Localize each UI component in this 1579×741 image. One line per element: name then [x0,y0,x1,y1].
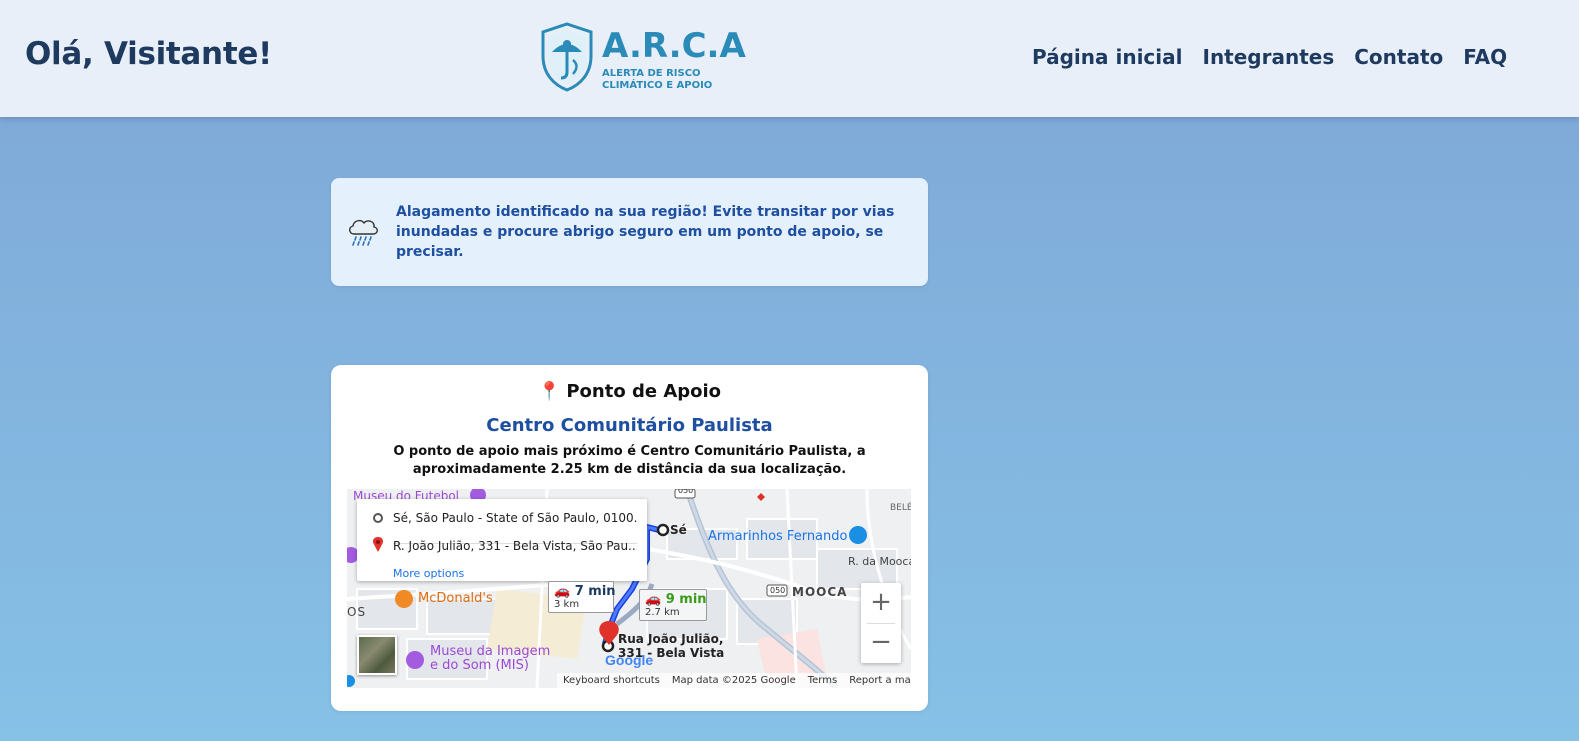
nav-faq[interactable]: FAQ [1463,45,1507,69]
greeting: Olá, Visitante! [25,36,272,72]
road-shield-050: 050 [678,489,694,495]
map-label-mcdonalds: McDonald's [418,591,493,606]
nav-home[interactable]: Página inicial [1032,45,1183,69]
directions-panel: Sé, São Paulo - State of São Paulo, 0100… [357,499,647,581]
map-label-mooca: MOOCA [792,585,848,599]
pin-icon: 📍 [537,381,561,402]
map-data-attribution: Map data ©2025 Google [671,675,796,686]
destination-address[interactable]: R. João Julião, 331 - Bela Vista, São Pa… [393,539,637,553]
route-primary-time: 🚗 7 min [554,584,616,599]
logo-subtitle: ALERTA DE RISCO CLIMÁTICO E APOIO [602,68,742,92]
origin-circle-icon [373,513,383,523]
logo-subtitle-line2: CLIMÁTICO E APOIO [602,80,713,91]
map-footer: Keyboard shortcuts Map data ©2025 Google… [557,673,911,688]
google-logo-text: Google [605,652,654,668]
header: Olá, Visitante! A.R.C.A ALERTA DE RISCO … [0,0,1579,117]
route-alt-time-text: 9 min [665,592,707,607]
map-label-se: Sé [670,523,687,537]
museu-imagem-line2: e do Som (MIS) [430,658,529,673]
support-title-text: Ponto de Apoio [566,381,722,402]
logo-subtitle-line1: ALERTA DE RISCO [602,68,701,79]
alert-message: Alagamento identificado na sua região! E… [396,204,895,260]
car-icon: 🚗 [554,584,571,599]
arca-logo[interactable]: A.R.C.A ALERTA DE RISCO CLIMÁTICO E APOI… [540,22,746,94]
logo-name: A.R.C.A [602,26,746,66]
flood-alert-card: Alagamento identificado na sua região! E… [331,178,928,286]
google-logo: Google [605,652,653,668]
car-alt-icon: 🚗 [645,592,662,607]
support-point-name: Centro Comunitário Paulista [486,415,773,436]
destination-pin-icon [373,537,383,552]
route-time-alt[interactable]: 🚗 9 min 2.7 km [639,589,707,621]
zoom-out-button[interactable]: − [861,623,901,663]
route-primary-distance: 3 km [554,599,580,610]
road-shield-050b: 050 [770,586,786,595]
report-map-error-link[interactable]: Report a map error [849,675,911,686]
route-alt-time: 🚗 9 min [645,592,707,607]
map-label-os: OS [347,605,367,619]
origin-address[interactable]: Sé, São Paulo - State of São Paulo, 0100… [393,511,637,525]
map-label-museu-imagem: Museu da Imagem e do Som (MIS) [430,645,550,673]
map-label-armarinhos: Armarinhos Fernando [708,529,848,544]
route-map[interactable]: Museu do Futebol Sé Armarinhos Fernando … [347,489,911,688]
support-title: 📍 Ponto de Apoio [331,381,928,402]
shield-logo-icon [541,22,593,92]
nav-members[interactable]: Integrantes [1203,45,1335,69]
support-description: O ponto de apoio mais próximo é Centro C… [393,444,866,477]
more-options-link[interactable]: More options [393,567,464,580]
keyboard-shortcuts-link[interactable]: Keyboard shortcuts [563,675,660,686]
route-time-primary[interactable]: 🚗 7 min 3 km [548,581,616,613]
map-label-belem: BELÉ [890,503,911,513]
nav-contact[interactable]: Contato [1354,45,1443,69]
zoom-controls: + − [861,583,901,663]
zoom-in-button[interactable]: + [861,583,901,623]
map-label-rua-mooca: R. da Mooca [848,555,911,568]
destination-label-line1: Rua João Julião, [618,632,724,646]
support-point-card: 📍 Ponto de Apoio Centro Comunitário Pauli… [331,365,928,711]
route-primary-time-text: 7 min [574,584,616,599]
main-nav: Página inicial Integrantes Contato FAQ [1032,45,1507,69]
satellite-toggle-button[interactable] [357,635,397,675]
rain-cloud-icon [349,219,378,246]
route-alt-distance: 2.7 km [645,607,680,618]
museu-imagem-line1: Museu da Imagem [430,644,551,659]
terms-link[interactable]: Terms [808,675,837,686]
